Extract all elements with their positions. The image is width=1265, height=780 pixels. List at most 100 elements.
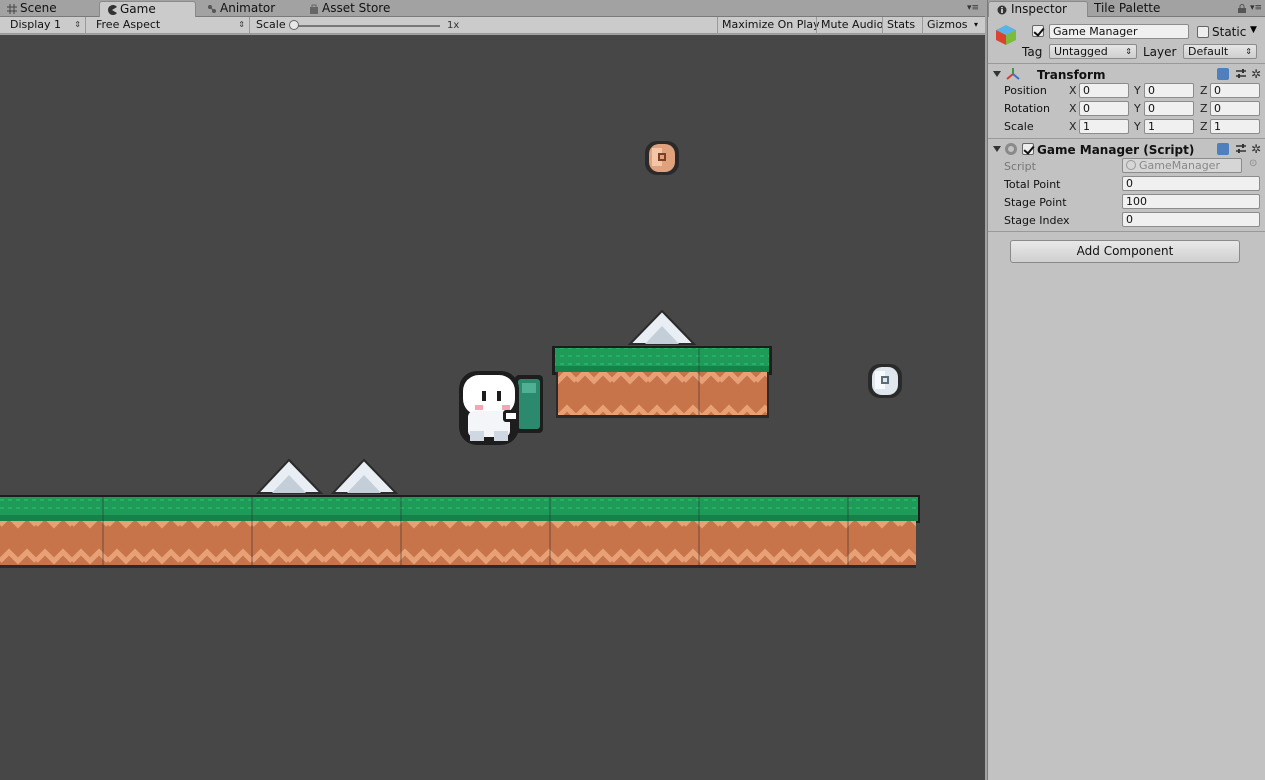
active-checkbox[interactable] xyxy=(1032,25,1044,37)
tab-game[interactable]: Game xyxy=(99,1,196,17)
script-enabled-checkbox[interactable] xyxy=(1022,143,1034,155)
player-character xyxy=(459,371,543,445)
inspector-panel: Inspector Tile Palette ▾≡ Game Manager S… xyxy=(987,0,1265,780)
scale-z-field[interactable]: 1 xyxy=(1210,119,1260,134)
tab-tile-palette[interactable]: Tile Palette xyxy=(1072,1,1172,17)
rotation-x-field[interactable]: 0 xyxy=(1079,101,1129,116)
foldout-arrow-icon[interactable] xyxy=(993,71,1001,77)
script-file-icon xyxy=(1126,160,1136,170)
transform-header: Transform xyxy=(1037,68,1106,82)
lock-icon[interactable] xyxy=(1238,3,1246,13)
grid-icon xyxy=(7,4,17,14)
divider xyxy=(988,231,1265,232)
updown-arrow-icon: ⇕ xyxy=(1125,47,1132,56)
axis-y-label: Y xyxy=(1134,120,1141,133)
axis-y-label: Y xyxy=(1134,102,1141,115)
game-scene xyxy=(0,141,920,568)
ground-spikes xyxy=(255,458,399,494)
dropdown-arrow-icon: ▾ xyxy=(973,20,978,29)
layer-value: Default xyxy=(1188,45,1229,58)
panel-menu-icon[interactable]: ▾≡ xyxy=(1250,3,1262,13)
info-icon xyxy=(997,5,1007,15)
rotation-y-field[interactable]: 0 xyxy=(1144,101,1194,116)
display-dropdown[interactable]: Display 1 ⇕ xyxy=(5,17,86,34)
add-component-button[interactable]: Add Component xyxy=(1010,240,1240,263)
tab-inspector-label: Inspector xyxy=(1011,2,1067,16)
static-checkbox[interactable] xyxy=(1197,26,1209,38)
stage-index-label: Stage Index xyxy=(1004,214,1070,227)
inspector-tab-bar: Inspector Tile Palette ▾≡ xyxy=(988,0,1265,17)
script-reference-value: GameManager xyxy=(1139,159,1220,172)
divider xyxy=(988,63,1265,64)
axis-y-label: Y xyxy=(1134,84,1141,97)
stage-point-label: Stage Point xyxy=(1004,196,1067,209)
script-reference-field: GameManager xyxy=(1122,158,1242,173)
position-x-field[interactable]: 0 xyxy=(1079,83,1129,98)
total-point-field[interactable]: 0 xyxy=(1122,176,1260,191)
scale-slider-track[interactable] xyxy=(296,25,440,27)
tab-animator[interactable]: Animator xyxy=(200,1,295,17)
axis-z-label: Z xyxy=(1200,102,1208,115)
layer-dropdown[interactable]: Default ⇕ xyxy=(1183,44,1257,59)
axis-x-label: X xyxy=(1069,120,1077,133)
bronze-coin xyxy=(645,141,679,175)
total-point-label: Total Point xyxy=(1004,178,1061,191)
scale-y-field[interactable]: 1 xyxy=(1144,119,1194,134)
axis-x-label: X xyxy=(1069,102,1077,115)
tab-asset-store[interactable]: Asset Store xyxy=(302,1,402,17)
layer-label: Layer xyxy=(1143,45,1177,59)
gear-icon[interactable]: ✲ xyxy=(1251,143,1263,155)
aspect-dropdown[interactable]: Free Aspect ⇕ xyxy=(91,17,250,34)
help-book-icon[interactable] xyxy=(1217,143,1229,155)
game-viewport[interactable] xyxy=(0,35,985,780)
mute-audio-button[interactable]: Mute Audio xyxy=(816,17,887,34)
tab-asset-store-label: Asset Store xyxy=(322,1,391,15)
display-dropdown-value: Display 1 xyxy=(10,18,62,31)
help-book-icon[interactable] xyxy=(1217,68,1229,80)
position-z-field[interactable]: 0 xyxy=(1210,83,1260,98)
axis-z-label: Z xyxy=(1200,84,1208,97)
panel-menu-icon[interactable]: ▾≡ xyxy=(967,3,979,13)
position-y-field[interactable]: 0 xyxy=(1144,83,1194,98)
game-toolbar: Display 1 ⇕ Free Aspect ⇕ Scale 1x Maxim… xyxy=(0,17,985,34)
stage-index-field[interactable]: 0 xyxy=(1122,212,1260,227)
preset-sliders-icon[interactable] xyxy=(1235,68,1247,80)
axis-x-label: X xyxy=(1069,84,1077,97)
gear-icon[interactable]: ✲ xyxy=(1251,68,1263,80)
tab-game-label: Game xyxy=(120,2,156,16)
transform-icon xyxy=(1006,68,1020,80)
scale-slider-handle[interactable] xyxy=(289,20,299,30)
ground-platform xyxy=(0,495,920,568)
tag-label: Tag xyxy=(1022,45,1043,59)
object-name-field[interactable]: Game Manager xyxy=(1049,24,1189,39)
script-icon xyxy=(1005,143,1017,155)
rotation-z-field[interactable]: 0 xyxy=(1210,101,1260,116)
aspect-dropdown-value: Free Aspect xyxy=(96,18,161,31)
tag-dropdown[interactable]: Untagged ⇕ xyxy=(1049,44,1137,59)
scale-x-field[interactable]: 1 xyxy=(1079,119,1129,134)
preset-sliders-icon[interactable] xyxy=(1235,143,1247,155)
stage-point-field[interactable]: 100 xyxy=(1122,194,1260,209)
tab-animator-label: Animator xyxy=(220,1,276,15)
script-header: Game Manager (Script) xyxy=(1037,143,1195,157)
object-picker-icon[interactable]: ⊙ xyxy=(1249,158,1257,169)
tab-scene-label: Scene xyxy=(20,1,57,15)
updown-arrow-icon: ⇕ xyxy=(238,20,245,29)
foldout-arrow-icon[interactable] xyxy=(993,146,1001,152)
stats-button[interactable]: Stats xyxy=(882,17,919,34)
static-dropdown-icon[interactable]: ▼ xyxy=(1250,25,1257,35)
bag-icon xyxy=(310,4,318,14)
maximize-on-play-button[interactable]: Maximize On Play xyxy=(717,17,824,34)
silver-coin xyxy=(868,364,902,398)
tag-value: Untagged xyxy=(1054,45,1108,58)
gizmos-label: Gizmos xyxy=(927,18,968,31)
scale-label: Scale xyxy=(1004,120,1034,133)
tab-tile-palette-label: Tile Palette xyxy=(1094,1,1161,15)
script-label: Script xyxy=(1004,160,1036,173)
updown-arrow-icon: ⇕ xyxy=(1245,47,1252,56)
scale-label: Scale xyxy=(256,18,286,31)
rotation-label: Rotation xyxy=(1004,102,1051,115)
position-label: Position xyxy=(1004,84,1047,97)
tab-scene[interactable]: Scene xyxy=(0,1,95,17)
gizmos-dropdown[interactable]: Gizmos ▾ xyxy=(922,17,980,34)
